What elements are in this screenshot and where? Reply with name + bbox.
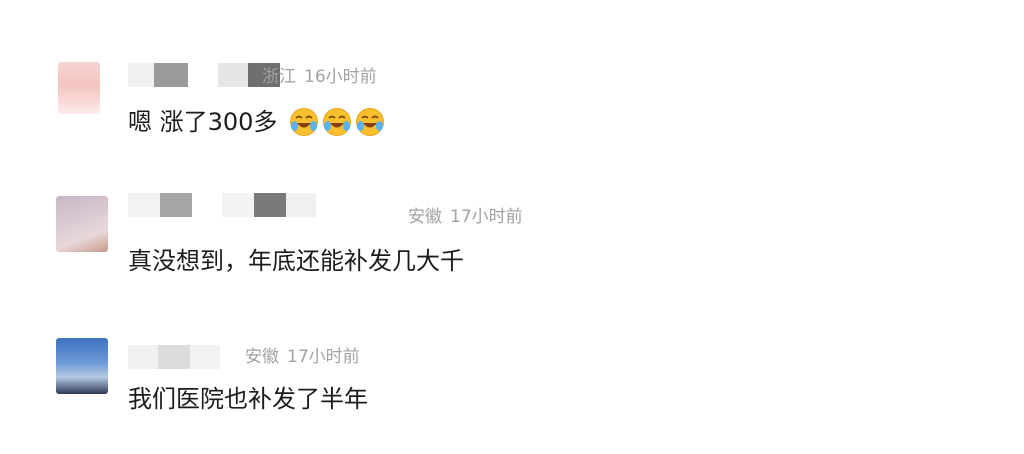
comment-meta: 安徽 17小时前 <box>408 206 523 228</box>
username-redacted[interactable] <box>128 62 280 88</box>
time-label: 17小时前 <box>287 347 360 367</box>
location-label: 安徽 <box>408 207 442 227</box>
username-redacted[interactable] <box>128 192 316 218</box>
username-redacted[interactable] <box>128 344 220 370</box>
location-label: 浙江 <box>262 67 296 87</box>
location-label: 安徽 <box>245 347 279 367</box>
time-label: 16小时前 <box>304 67 377 87</box>
laugh-cry-emoji-icon <box>290 108 319 136</box>
comment-text: 真没想到，年底还能补发几大千 <box>128 246 464 276</box>
comment-meta: 安徽 17小时前 <box>245 346 360 368</box>
avatar[interactable] <box>56 196 108 252</box>
avatar[interactable] <box>56 338 108 394</box>
time-label: 17小时前 <box>450 207 523 227</box>
comment-text: 嗯 涨了300多 <box>128 107 385 137</box>
comment-text-content: 嗯 涨了300多 <box>128 108 278 136</box>
avatar[interactable] <box>58 62 100 114</box>
laugh-cry-emoji-icon <box>323 108 352 136</box>
comment-text-content: 真没想到，年底还能补发几大千 <box>128 247 464 275</box>
comment-meta: 浙江 16小时前 <box>262 66 377 88</box>
laugh-cry-emoji-icon <box>356 108 385 136</box>
comment-text-content: 我们医院也补发了半年 <box>128 385 368 413</box>
comment-text: 我们医院也补发了半年 <box>128 384 368 414</box>
